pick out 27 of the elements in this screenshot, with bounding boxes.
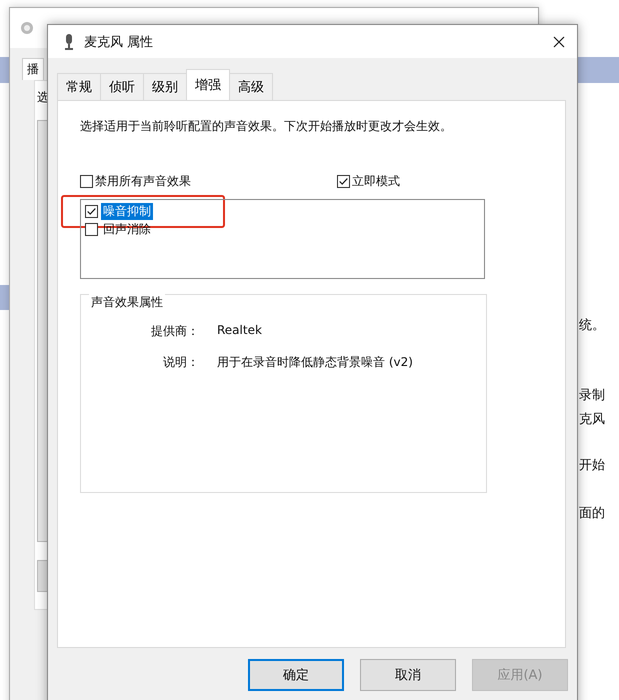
tab[interactable]: 播 bbox=[22, 58, 44, 80]
tab[interactable]: 增强 bbox=[186, 69, 230, 100]
list-item[interactable]: 噪音抑制 bbox=[101, 202, 153, 220]
checkbox[interactable] bbox=[85, 204, 98, 218]
checkbox[interactable] bbox=[80, 175, 93, 188]
close-icon[interactable] bbox=[553, 36, 565, 48]
window-title: 麦克风 属性 bbox=[84, 34, 154, 50]
instruction-text: 选择适用于当前聆听配置的声音效果。下次开始播放时更改才会生效。 bbox=[80, 118, 453, 135]
property-value: Realtek bbox=[217, 323, 262, 339]
checkbox[interactable] bbox=[337, 175, 350, 188]
page-text: 录制 bbox=[579, 387, 605, 404]
microphone-icon bbox=[64, 34, 74, 50]
page-text: 统。 bbox=[579, 317, 605, 334]
tab[interactable]: 常规 bbox=[57, 73, 101, 100]
checkbox-label: 禁用所有声音效果 bbox=[95, 173, 191, 190]
property-value: 用于在录音时降低静态背景噪音 (v2) bbox=[217, 354, 413, 371]
dialog-button[interactable]: 确定 bbox=[248, 659, 344, 691]
property-label: 提供商： bbox=[150, 323, 200, 340]
page-text: 面的 bbox=[579, 505, 605, 522]
dialog-button[interactable]: 取消 bbox=[360, 659, 456, 691]
property-label: 说明： bbox=[162, 354, 200, 371]
tab[interactable]: 高级 bbox=[229, 73, 273, 100]
group-title: 声音效果属性 bbox=[89, 294, 165, 311]
page-text: 克风 bbox=[579, 411, 605, 428]
checkbox[interactable] bbox=[85, 222, 98, 236]
page-text: 开始 bbox=[579, 457, 605, 474]
checkbox-label: 立即模式 bbox=[352, 173, 400, 190]
